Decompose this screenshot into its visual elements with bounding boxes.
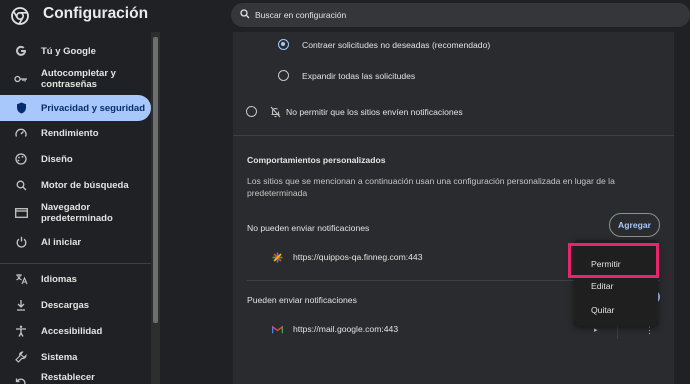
sidebar-item-system[interactable]: Sistema	[0, 344, 151, 370]
sidebar-item-label: Sistema	[41, 351, 78, 363]
custom-behaviors-desc-line2: predeterminada	[247, 188, 308, 198]
blocked-site-url[interactable]: https://quippos-qa.finneg.com:443	[293, 252, 422, 262]
scrollbar-thumb[interactable]	[153, 37, 158, 323]
chrome-logo-icon	[11, 7, 29, 25]
sidebar-scrollbar[interactable]	[151, 32, 160, 384]
sidebar-item-reset[interactable]: Restablecer configuración	[0, 370, 151, 384]
sidebar-item-label: Rendimiento	[41, 127, 99, 139]
option-collapse-label: Contraer solicitudes no deseadas (recome…	[302, 40, 491, 50]
option-block-label: No permitir que los sitios envíen notifi…	[286, 107, 463, 117]
sidebar-item-label: Descargas	[41, 299, 90, 311]
option-expand-label: Expandir todas las solicitudes	[302, 71, 416, 81]
add-blocked-site-button[interactable]: Agregar	[609, 213, 660, 237]
reset-icon	[14, 376, 28, 384]
section-divider	[233, 135, 674, 136]
google-icon	[14, 44, 28, 58]
sidebar-item-label: Idiomas	[41, 273, 77, 285]
wrench-icon	[14, 350, 28, 364]
allowed-site-url[interactable]: https://mail.google.com:443	[293, 324, 398, 334]
custom-behaviors-desc-line1: Los sitios que se mencionan a continuaci…	[247, 176, 615, 186]
shield-icon	[14, 101, 28, 115]
notifications-off-icon	[270, 106, 281, 118]
blocked-section-title: No pueden enviar notificaciones	[247, 223, 370, 233]
search-icon	[14, 178, 28, 192]
sidebar-item-search-engine[interactable]: Motor de búsqueda	[0, 172, 151, 198]
sidebar-item-label: Motor de búsqueda	[41, 179, 129, 191]
sidebar-item-label: Tú y Google	[41, 45, 96, 57]
sidebar-divider	[0, 263, 151, 264]
more-vert-icon[interactable]: ⋮	[645, 325, 654, 336]
accessibility-icon	[14, 324, 28, 338]
sidebar-item-label: Al iniciar	[41, 236, 82, 248]
allowed-section-title: Pueden enviar notificaciones	[247, 295, 357, 305]
key-icon	[14, 72, 28, 86]
sidebar-item-label: Accesibilidad	[41, 325, 103, 337]
palette-icon	[14, 152, 28, 166]
sidebar-item-label: Privacidad y seguridad	[41, 102, 146, 114]
sidebar: Tú y Google Autocompletar y contraseñas …	[0, 32, 160, 384]
chevron-right-icon[interactable]: ▸	[594, 326, 598, 334]
top-bar: Configuración	[0, 0, 690, 32]
translate-icon	[14, 272, 28, 286]
radio-expand-requests[interactable]	[278, 70, 289, 81]
menu-item-remove[interactable]: Quitar	[574, 298, 658, 322]
sidebar-item-performance[interactable]: Rendimiento	[0, 120, 151, 146]
gmail-favicon-icon	[272, 325, 283, 334]
sidebar-item-appearance[interactable]: Diseño	[0, 146, 151, 172]
search-input[interactable]	[255, 6, 675, 24]
page-title: Configuración	[43, 5, 149, 22]
sidebar-item-accessibility[interactable]: Accesibilidad	[0, 318, 151, 344]
sidebar-item-default-browser[interactable]: Navegador predeterminado	[0, 200, 151, 226]
sidebar-item-languages[interactable]: Idiomas	[0, 266, 151, 292]
sidebar-item-label: Navegador predeterminado	[41, 202, 113, 224]
sidebar-item-label: Restablecer configuración	[41, 372, 104, 384]
radio-block-notifications[interactable]	[246, 106, 257, 117]
sidebar-item-you-and-google[interactable]: Tú y Google	[0, 38, 151, 64]
quippos-favicon-icon	[272, 252, 283, 263]
sidebar-item-privacy[interactable]: Privacidad y seguridad	[0, 95, 151, 121]
sidebar-item-downloads[interactable]: Descargas	[0, 292, 151, 318]
sidebar-item-label: Diseño	[41, 153, 73, 165]
sidebar-item-label: Autocompletar y contraseñas	[41, 68, 116, 90]
browser-icon	[14, 206, 28, 220]
sidebar-item-autofill[interactable]: Autocompletar y contraseñas	[0, 67, 151, 91]
power-icon	[14, 235, 28, 249]
radio-collapse-requests[interactable]	[278, 39, 289, 50]
sidebar-item-on-startup[interactable]: Al iniciar	[0, 229, 151, 255]
highlight-annotation	[568, 243, 659, 278]
download-icon	[14, 298, 28, 312]
search-bar[interactable]	[231, 3, 690, 27]
speedometer-icon	[14, 126, 28, 140]
custom-behaviors-title: Comportamientos personalizados	[247, 155, 386, 165]
search-icon	[240, 9, 250, 19]
